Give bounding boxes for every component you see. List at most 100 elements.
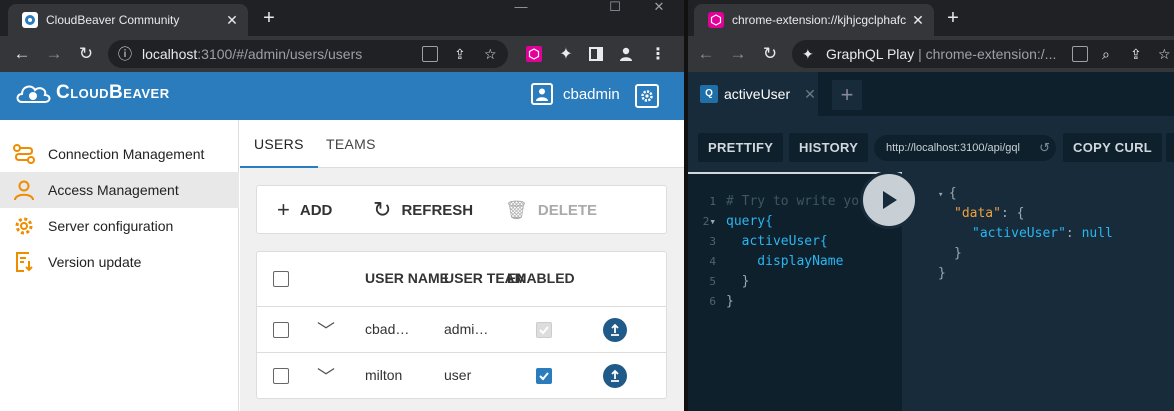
url-host: localhost [142, 46, 198, 62]
line-number: 6 [709, 295, 716, 308]
side-panel-icon[interactable] [584, 42, 608, 66]
line-number: 3 [709, 235, 716, 248]
close-query-tab-icon[interactable]: ✕ [804, 86, 816, 103]
menu-kebab-icon[interactable]: ⋮ [646, 42, 670, 66]
editor-line: } [726, 274, 750, 289]
extensions-icon[interactable]: ✦ [554, 42, 578, 66]
share-icon[interactable]: ⇪ [454, 40, 466, 68]
expand-row-chevron-icon[interactable]: ﹀ [317, 317, 335, 343]
settings-button[interactable] [635, 84, 659, 108]
editor-line: } [726, 294, 734, 309]
add-button[interactable]: + ADD [277, 199, 332, 221]
maximize-button[interactable]: ☐ [594, 0, 636, 14]
result-close-outer: } [938, 266, 946, 281]
back-button[interactable]: ← [694, 42, 718, 66]
tab-title: CloudBeaver Community [46, 13, 180, 27]
reload-button[interactable]: ↻ [74, 42, 98, 66]
share-icon[interactable]: ⇪ [1130, 40, 1142, 68]
browser-tab-cloudbeaver[interactable]: CloudBeaver Community ✕ [8, 4, 248, 36]
translate-icon[interactable] [1072, 46, 1088, 62]
tab-users[interactable]: USERS [240, 120, 318, 168]
extension-puzzle-icon[interactable]: ✦ [802, 40, 814, 68]
new-tab-button[interactable]: + [257, 6, 281, 30]
omnibox-title: GraphQL Play [826, 46, 915, 62]
zoom-icon[interactable]: ⌕ [1102, 40, 1110, 68]
result-close-inner: } [954, 246, 962, 261]
user-origin-icon[interactable] [603, 318, 627, 342]
table-row[interactable]: ﹀ cbad… admi… [257, 307, 666, 353]
toolbar-overflow-button[interactable] [1166, 133, 1174, 162]
bookmark-star-icon[interactable]: ☆ [484, 40, 497, 68]
user-icon [12, 178, 36, 202]
browser-tab-graphql[interactable]: chrome-extension://kjhjcgclphafc ✕ [694, 4, 934, 36]
reload-button[interactable]: ↻ [758, 42, 782, 66]
minimize-button[interactable]: — [500, 0, 542, 14]
sidebar-item-label: Connection Management [48, 146, 205, 162]
row-select-checkbox[interactable] [273, 368, 289, 384]
new-tab-button[interactable]: + [941, 6, 965, 30]
execute-query-button[interactable] [860, 171, 918, 229]
content-tabs: USERS TEAMS [240, 120, 684, 168]
enabled-checkbox[interactable] [536, 368, 552, 384]
result-activeuser-key: "activeUser" [972, 226, 1066, 241]
editor-line: # Try to write yo [726, 194, 860, 209]
sidebar-item-version-update[interactable]: Version update [0, 244, 239, 280]
sidebar-item-access-management[interactable]: Access Management [0, 172, 239, 208]
forward-button[interactable]: → [42, 42, 66, 66]
row-select-checkbox[interactable] [273, 322, 289, 338]
sidebar-item-server-configuration[interactable]: Server configuration [0, 208, 239, 244]
add-query-tab-button[interactable]: + [832, 80, 862, 110]
tab-teams[interactable]: TEAMS [326, 120, 376, 168]
table-row[interactable]: ﹀ milton user [257, 353, 666, 399]
back-button[interactable]: ← [10, 42, 34, 66]
user-origin-icon[interactable] [603, 364, 627, 388]
close-window-button[interactable]: ✕ [638, 0, 680, 14]
column-enabled[interactable]: ENABLED [507, 270, 575, 286]
reset-endpoint-icon[interactable]: ↺ [1039, 135, 1050, 161]
refresh-button[interactable]: ↻ REFRESH [373, 197, 473, 222]
forward-arrow-icon: → [729, 44, 747, 63]
table-header: USER NAME USER TEAM ENABLED [257, 252, 666, 307]
user-menu[interactable]: cbadmin [531, 83, 620, 105]
refresh-icon: ↻ [373, 197, 392, 222]
endpoint-url: http://localhost:3100/api/gql [886, 142, 1020, 154]
graphql-extension-icon[interactable] [522, 42, 546, 66]
omnibox-url: chrome-extension:/... [925, 46, 1057, 62]
bookmark-star-icon[interactable]: ☆ [1158, 40, 1171, 68]
forward-button[interactable]: → [726, 42, 750, 66]
collapse-result-icon[interactable]: ▾ [938, 190, 949, 200]
copy-curl-button[interactable]: COPY CURL [1063, 133, 1163, 162]
query-tab-label: activeUser [724, 86, 791, 102]
admin-sidebar: Connection Management Access Management … [0, 120, 239, 411]
cell-user-team: user [444, 367, 472, 383]
select-all-checkbox[interactable] [273, 271, 289, 287]
translate-icon[interactable] [422, 46, 438, 62]
sidebar-item-connection-management[interactable]: Connection Management [0, 136, 239, 172]
app-logo[interactable]: CloudBeaver [14, 78, 170, 108]
cell-user-team: admi… [444, 321, 489, 337]
close-tab-icon[interactable]: ✕ [910, 12, 926, 28]
cell-user-name: cbad… [365, 321, 410, 337]
playground-tab-bar: Q activeUser ✕ + [688, 72, 1174, 116]
back-arrow-icon: ← [697, 44, 715, 63]
address-bar[interactable]: ✦ GraphQL Play | chrome-extension:/... ⌕… [792, 40, 1174, 68]
result-viewer[interactable]: ▾ { "data": { "activeUser": null } } [902, 174, 1174, 411]
profile-icon[interactable] [614, 42, 638, 66]
connection-icon [12, 142, 36, 166]
result-activeuser-value: null [1081, 226, 1113, 241]
expand-row-chevron-icon[interactable]: ﹀ [317, 363, 335, 389]
column-user-name[interactable]: USER NAME [365, 270, 449, 286]
prettify-button[interactable]: PRETTIFY [698, 133, 784, 162]
user-avatar-icon [531, 83, 553, 105]
browser-toolbar: ← → ↻ ✦ GraphQL Play | chrome-extension:… [688, 36, 1174, 72]
users-table: USER NAME USER TEAM ENABLED ﹀ cbad… admi… [256, 251, 667, 399]
address-bar[interactable]: ⓘ localhost:3100/#/admin/users/users ⇪ ☆ [108, 40, 508, 68]
close-tab-icon[interactable]: ✕ [224, 12, 240, 28]
endpoint-input[interactable]: http://localhost:3100/api/gql ↺ [874, 135, 1056, 161]
history-button[interactable]: HISTORY [789, 133, 869, 162]
result-open-brace: { [948, 186, 957, 201]
site-info-icon[interactable]: ⓘ [118, 40, 132, 68]
delete-button[interactable]: 🗑 DELETE [505, 200, 597, 220]
editor-line: activeUser{ [726, 234, 828, 249]
tab-activeuser[interactable]: Q activeUser ✕ [688, 72, 818, 116]
